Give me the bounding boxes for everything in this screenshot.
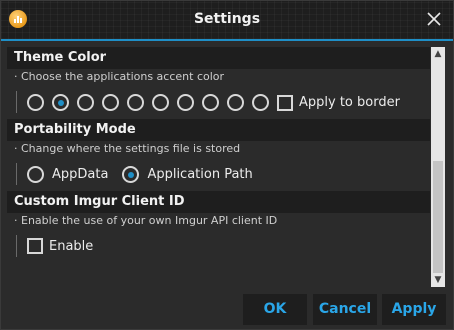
color-option-2-selected[interactable] bbox=[52, 94, 69, 111]
theme-color-options: Apply to border bbox=[27, 94, 414, 111]
application-path-radio[interactable] bbox=[122, 166, 140, 183]
portability-options: AppData Application Path bbox=[27, 166, 267, 183]
cancel-button[interactable]: Cancel bbox=[313, 294, 377, 325]
section-indent-line bbox=[16, 91, 17, 113]
section-desc-portability-mode: · Change where the settings file is stor… bbox=[14, 142, 241, 155]
section-header-imgur-client-id: Custom Imgur Client ID bbox=[7, 191, 430, 213]
title-bar[interactable]: Settings bbox=[1, 1, 453, 39]
ok-button[interactable]: OK bbox=[243, 294, 307, 325]
close-icon bbox=[427, 12, 441, 26]
color-option-5[interactable] bbox=[127, 94, 144, 111]
section-header-theme-color: Theme Color bbox=[7, 47, 430, 69]
imgur-client-id-section: Custom Imgur Client ID · Enable the use … bbox=[7, 191, 430, 263]
window-title: Settings bbox=[193, 11, 261, 27]
section-indent-line bbox=[16, 235, 17, 257]
appdata-label: AppData bbox=[52, 167, 109, 182]
close-button[interactable] bbox=[423, 8, 445, 30]
settings-content: Theme Color · Choose the applications ac… bbox=[7, 47, 430, 287]
color-option-7[interactable] bbox=[177, 94, 194, 111]
accent-line bbox=[1, 39, 453, 41]
color-option-1[interactable] bbox=[27, 94, 44, 111]
application-path-label: Application Path bbox=[147, 167, 253, 182]
scrollbar-thumb[interactable] bbox=[433, 161, 443, 273]
imgur-enable-checkbox[interactable] bbox=[27, 238, 43, 254]
section-desc-imgur-client-id: · Enable the use of your own Imgur API c… bbox=[14, 214, 278, 227]
apply-to-border-checkbox[interactable] bbox=[277, 94, 293, 111]
apply-to-border-label: Apply to border bbox=[299, 95, 400, 110]
appdata-radio[interactable] bbox=[27, 166, 44, 183]
settings-window: Settings Theme Color · Choose the applic… bbox=[0, 0, 454, 330]
color-option-6[interactable] bbox=[152, 94, 169, 111]
section-desc-theme-color: · Choose the applications accent color bbox=[14, 70, 225, 83]
color-option-3[interactable] bbox=[77, 94, 94, 111]
theme-color-section: Theme Color · Choose the applications ac… bbox=[7, 47, 430, 119]
apply-button[interactable]: Apply bbox=[382, 294, 446, 325]
section-indent-line bbox=[16, 163, 17, 185]
chevron-up-icon[interactable]: ▲ bbox=[431, 47, 445, 61]
imgur-enable-row: Enable bbox=[27, 238, 107, 254]
color-option-4[interactable] bbox=[102, 94, 119, 111]
portability-mode-section: Portability Mode · Change where the sett… bbox=[7, 119, 430, 191]
color-option-8[interactable] bbox=[202, 94, 219, 111]
vertical-scrollbar[interactable]: ▲ ▼ bbox=[431, 47, 445, 287]
chevron-down-icon[interactable]: ▼ bbox=[431, 273, 445, 287]
color-option-10[interactable] bbox=[252, 94, 269, 111]
imgur-enable-label: Enable bbox=[49, 238, 94, 254]
section-header-portability-mode: Portability Mode bbox=[7, 119, 430, 141]
dialog-footer: OK Cancel Apply bbox=[1, 291, 453, 329]
color-option-9[interactable] bbox=[227, 94, 244, 111]
